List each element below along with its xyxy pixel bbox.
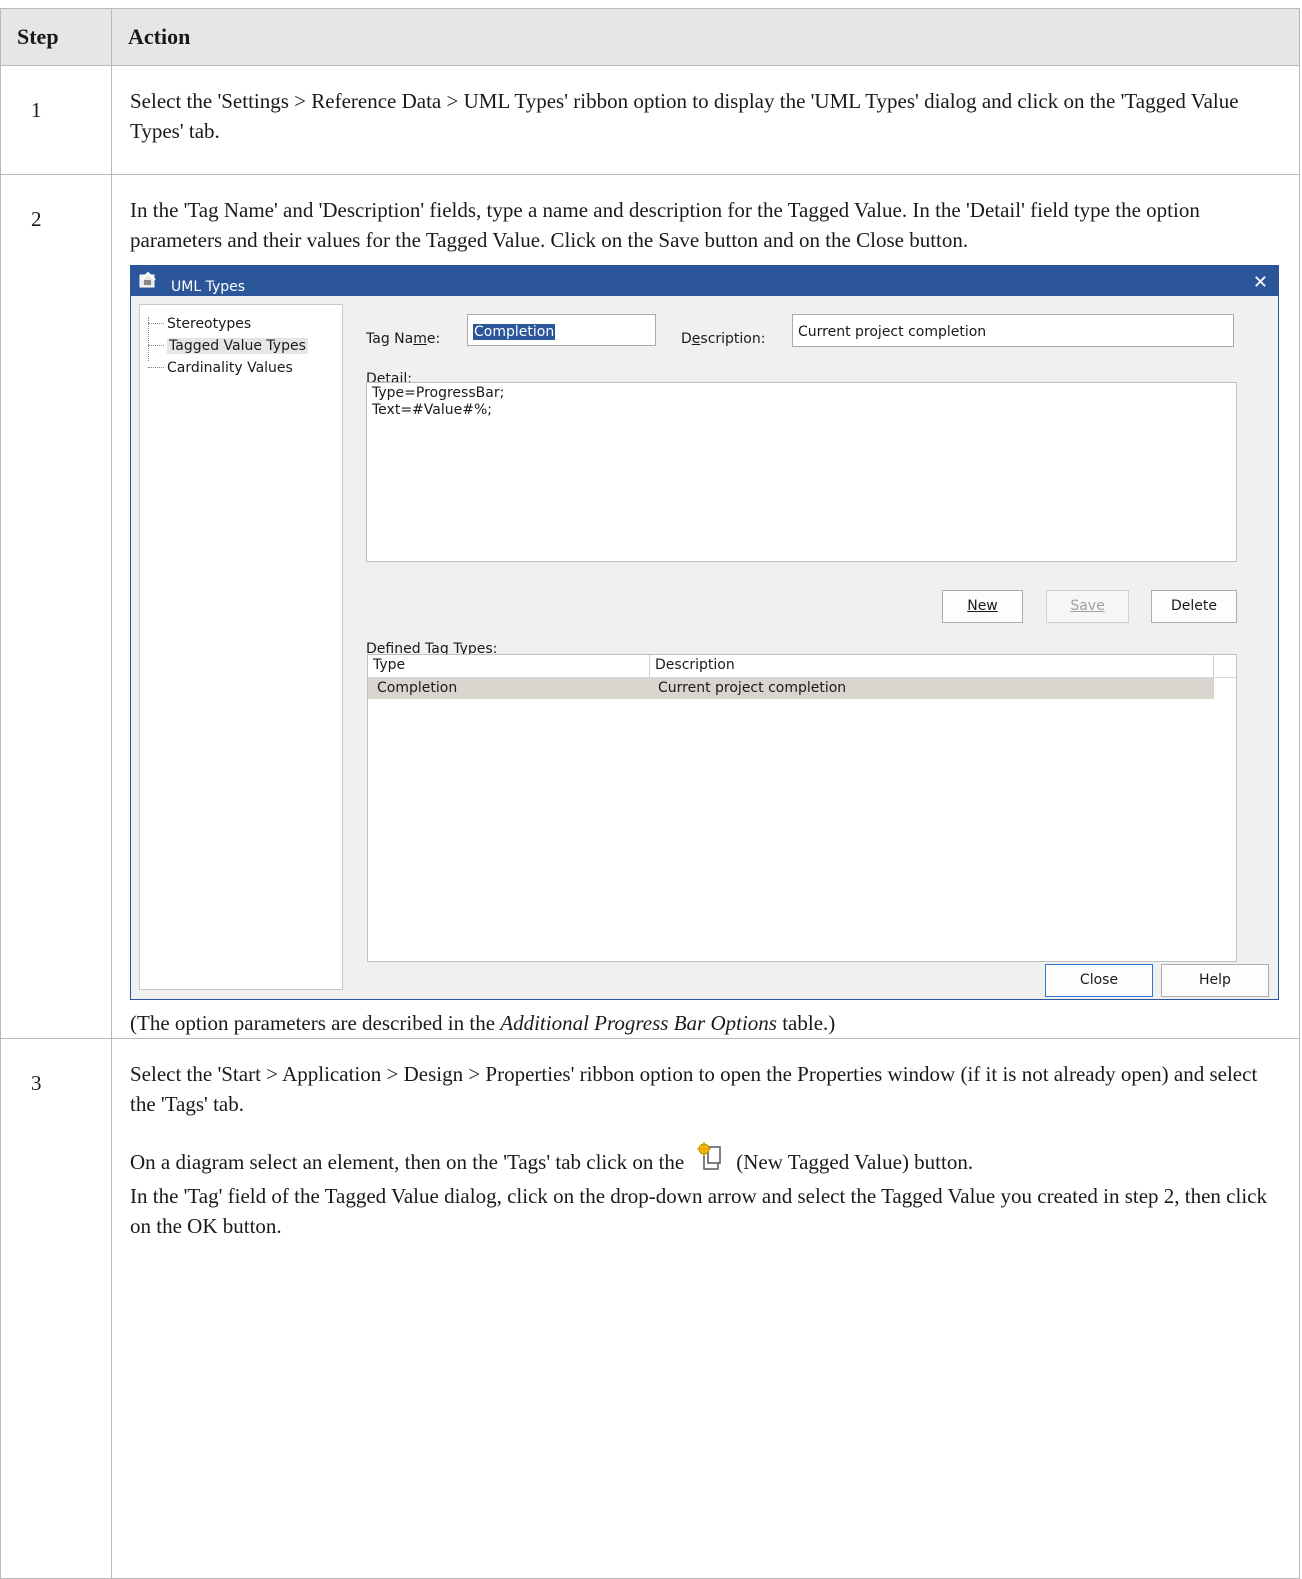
- help-button[interactable]: Help: [1161, 964, 1269, 997]
- action-text: Select the 'Settings > Reference Data > …: [130, 89, 1239, 143]
- uml-types-dialog: UML Types ✕ Stereotypes Tagged Value Typ…: [130, 265, 1279, 1000]
- dialog-title: UML Types: [171, 279, 246, 295]
- dialog-title-bar: UML Types ✕: [131, 266, 1278, 296]
- action-text: Select the 'Start > Application > Design…: [130, 1062, 1258, 1116]
- list-cell-description: Current project completion: [658, 680, 847, 696]
- description-label: Description:: [681, 331, 766, 347]
- step-number: 1: [0, 65, 112, 175]
- description-input[interactable]: Current project completion: [792, 314, 1234, 347]
- step-number: 3: [0, 1038, 112, 1579]
- action-cell: Select the 'Start > Application > Design…: [111, 1038, 1300, 1579]
- close-icon[interactable]: ✕: [1253, 268, 1268, 298]
- uml-types-dialog-icon: [139, 271, 156, 288]
- action-text-2: On a diagram select an element, then on …: [130, 1139, 1279, 1177]
- detail-textarea[interactable]: Type=ProgressBar; Text=#Value#%;: [366, 382, 1237, 562]
- action-text-3: In the 'Tag' field of the Tagged Value d…: [130, 1184, 1267, 1238]
- column-header-filler: [1214, 655, 1236, 677]
- step-number: 2: [0, 174, 112, 1039]
- table-row: 3 Select the 'Start > Application > Desi…: [0, 1038, 1300, 1579]
- defined-tag-types-list[interactable]: Type Description Completion Current proj…: [367, 654, 1237, 962]
- close-button[interactable]: Close: [1045, 964, 1153, 997]
- tree-item-cardinality-values[interactable]: Cardinality Values: [148, 353, 293, 383]
- list-cell-type: Completion: [377, 680, 458, 696]
- column-header-type[interactable]: Type: [368, 655, 650, 677]
- category-tree: Stereotypes Tagged Value Types Cardinali…: [139, 304, 343, 990]
- list-header: Type Description: [368, 655, 1236, 678]
- tag-name-label: Tag Name:: [366, 331, 441, 347]
- caption: (The option parameters are described in …: [130, 1011, 836, 1035]
- tagged-value-types-pane: Tag Name: Completion Description: Curren…: [343, 304, 1275, 988]
- table-header-row: Step Action: [0, 8, 1300, 66]
- list-item[interactable]: Completion Current project completion: [368, 678, 1214, 699]
- new-tagged-value-icon: [690, 1139, 730, 1177]
- step-header: Step: [0, 8, 112, 66]
- save-button[interactable]: Save: [1046, 590, 1129, 623]
- action-header: Action: [111, 8, 1300, 66]
- tag-name-input[interactable]: Completion: [467, 314, 656, 346]
- delete-button[interactable]: Delete: [1151, 590, 1237, 623]
- action-text: In the 'Tag Name' and 'Description' fiel…: [130, 198, 1200, 252]
- action-cell: In the 'Tag Name' and 'Description' fiel…: [111, 174, 1300, 1039]
- column-header-description[interactable]: Description: [650, 655, 1214, 677]
- table-row: 2 In the 'Tag Name' and 'Description' fi…: [0, 174, 1300, 1039]
- table-row: 1 Select the 'Settings > Reference Data …: [0, 65, 1300, 175]
- new-button[interactable]: New: [942, 590, 1023, 623]
- action-cell: Select the 'Settings > Reference Data > …: [111, 65, 1300, 175]
- steps-table: Step Action 1 Select the 'Settings > Ref…: [0, 8, 1300, 1579]
